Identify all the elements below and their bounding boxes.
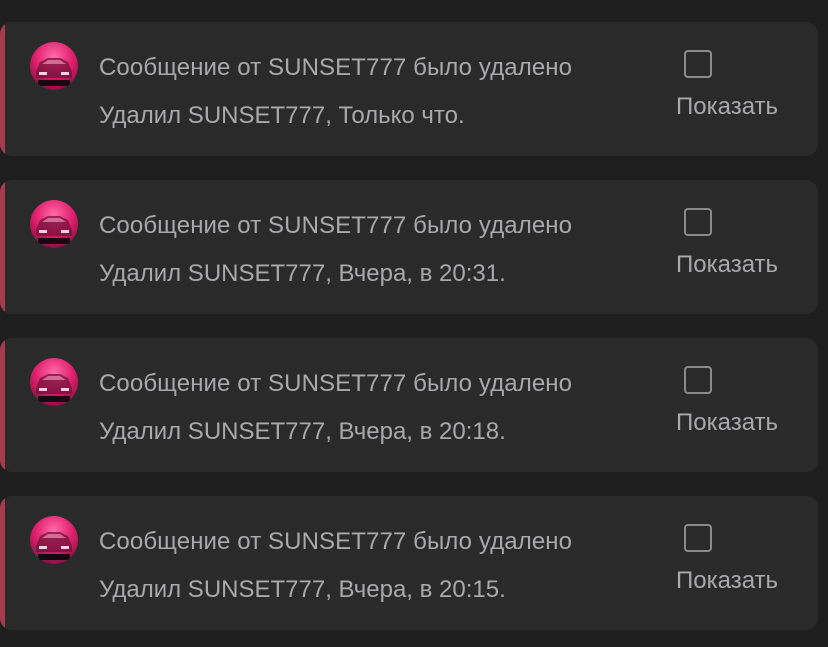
deleted-message-card: Сообщение от SUNSET777 было удалено Удал… [0,22,818,156]
car-avatar-icon [36,58,72,86]
avatar[interactable] [30,200,78,248]
deleted-by-meta: Удалил SUNSET777, Только что. [99,102,465,129]
select-checkbox[interactable] [684,524,712,552]
car-avatar-icon [36,374,72,402]
deleted-message-card: Сообщение от SUNSET777 было удалено Удал… [0,338,818,472]
avatar[interactable] [30,516,78,564]
show-message-button[interactable]: Показать [676,251,778,279]
select-checkbox[interactable] [684,50,712,78]
car-avatar-icon [36,532,72,560]
accent-bar [0,338,5,472]
message-deleted-title: Сообщение от SUNSET777 было удалено [99,212,573,239]
deleted-by-meta: Удалил SUNSET777, Вчера, в 20:31. [99,260,506,287]
show-message-button[interactable]: Показать [676,409,778,437]
deleted-message-card: Сообщение от SUNSET777 было удалено Удал… [0,180,818,314]
deleted-by-meta: Удалил SUNSET777, Вчера, в 20:15. [99,576,506,603]
deleted-message-card: Сообщение от SUNSET777 было удалено Удал… [0,496,818,630]
deleted-by-meta: Удалил SUNSET777, Вчера, в 20:18. [99,418,506,445]
avatar[interactable] [30,358,78,406]
select-checkbox[interactable] [684,366,712,394]
select-checkbox[interactable] [684,208,712,236]
avatar[interactable] [30,42,78,90]
deleted-messages-list: Сообщение от SUNSET777 было удалено Удал… [0,0,828,647]
message-deleted-title: Сообщение от SUNSET777 было удалено [99,54,573,81]
show-message-button[interactable]: Показать [676,93,778,121]
message-deleted-title: Сообщение от SUNSET777 было удалено [99,528,573,555]
car-avatar-icon [36,216,72,244]
accent-bar [0,180,5,314]
accent-bar [0,496,5,630]
message-deleted-title: Сообщение от SUNSET777 было удалено [99,370,573,397]
show-message-button[interactable]: Показать [676,567,778,595]
accent-bar [0,22,5,156]
